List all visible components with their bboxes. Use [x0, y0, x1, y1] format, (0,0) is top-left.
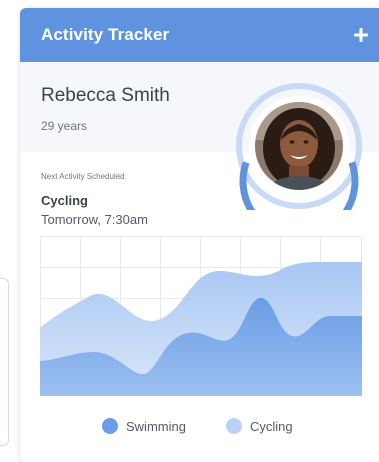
activity-chart-svg — [40, 236, 362, 396]
legend-item-swimming[interactable]: Swimming — [102, 418, 186, 434]
add-button[interactable] — [350, 24, 372, 46]
legend-label-cycling: Cycling — [249, 418, 293, 434]
card-header: Activity Tracker — [20, 8, 379, 62]
activity-chart — [40, 236, 362, 396]
background-card — [0, 278, 9, 446]
plus-icon — [354, 28, 368, 42]
cycling-dot-icon — [225, 418, 242, 434]
activity-tracker-card: Activity Tracker Rebecca Smith 29 years … — [20, 8, 379, 462]
activity-time: Tomorrow, 7:30am — [41, 212, 148, 227]
legend-item-cycling[interactable]: Cycling — [225, 418, 293, 434]
avatar[interactable] — [235, 82, 363, 241]
legend-label-swimming: Swimming — [126, 418, 186, 434]
card-title: Activity Tracker — [41, 25, 170, 44]
swimming-dot-icon — [102, 418, 118, 434]
chart-legend: Swimming Cycling — [102, 418, 293, 434]
avatar-ring — [236, 83, 362, 241]
